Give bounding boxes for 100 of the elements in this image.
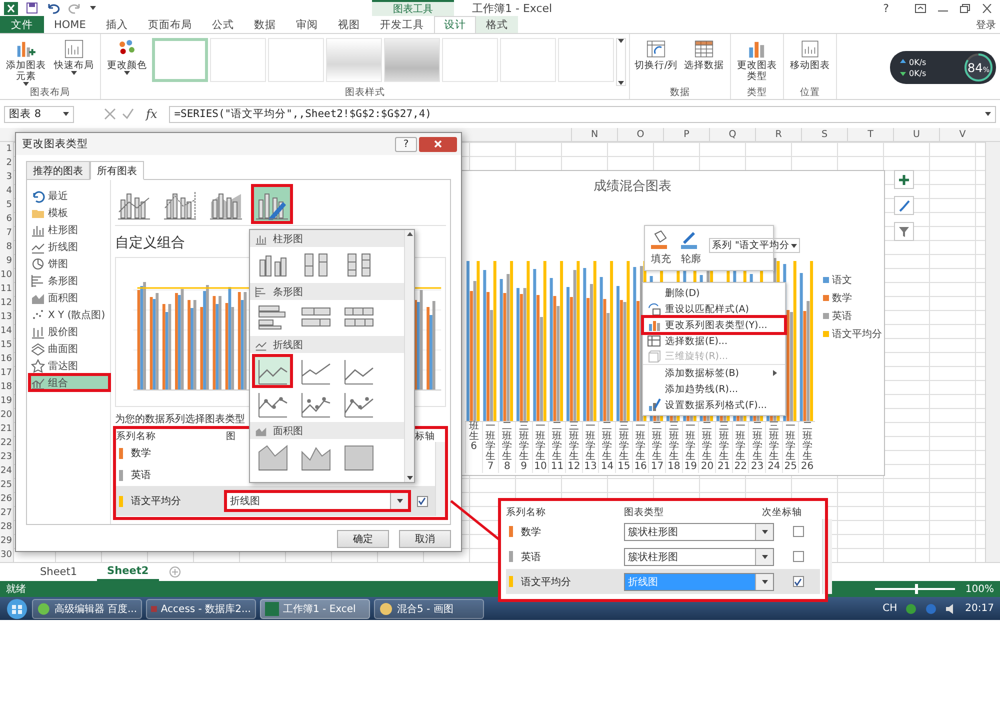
menu-item[interactable]: 选择数据(E)... — [643, 333, 785, 349]
chart-category-item[interactable]: 模板 — [30, 205, 109, 220]
row-number[interactable]: 3 — [0, 170, 13, 184]
column-header[interactable]: S — [801, 128, 847, 141]
ribbon-tab[interactable]: 开发工具 — [370, 16, 434, 33]
row-number[interactable]: 9 — [0, 254, 13, 268]
row-number[interactable]: 17 — [0, 366, 13, 380]
sign-in-link[interactable]: 登录 — [976, 18, 1000, 32]
row-number[interactable]: 15 — [0, 338, 13, 352]
series-select[interactable]: 系列 "语文平均分 — [709, 238, 800, 253]
taskbar-item[interactable]: 高级编辑器 百度... — [32, 598, 142, 618]
ribbon-tab[interactable]: 数据 — [244, 16, 286, 33]
row-number[interactable]: 27 — [0, 506, 13, 520]
column-header[interactable]: T — [847, 128, 893, 141]
menu-item[interactable]: 添加数据标签(B) — [643, 365, 785, 381]
chart-type-dropdown[interactable]: 折线图 — [226, 492, 409, 510]
ribbon-tab[interactable]: 公式 — [202, 16, 244, 33]
taskbar-item[interactable]: 工作簿1 - Excel — [260, 598, 370, 618]
row-number[interactable]: 18 — [0, 380, 13, 394]
dialog-button[interactable]: 取消 — [399, 530, 451, 548]
menu-item[interactable]: 设置数据系列格式(F)... — [643, 397, 785, 413]
column-header[interactable]: U — [893, 128, 939, 141]
row-number[interactable]: 13 — [0, 310, 13, 324]
chart-category-item[interactable]: 柱形图 — [30, 222, 109, 237]
ribbon-button[interactable]: 切换行/列 — [633, 37, 679, 71]
row-number[interactable]: 24 — [0, 464, 13, 478]
chart-category-item[interactable]: 条形图 — [30, 273, 109, 288]
chart-category-item[interactable]: 面积图 — [30, 290, 109, 305]
row-number[interactable]: 19 — [0, 394, 13, 408]
dialog-tab[interactable]: 推荐的图表 — [26, 161, 90, 180]
ribbon-button[interactable]: 移动图表 — [787, 37, 833, 71]
column-header[interactable]: N — [571, 128, 617, 141]
toolbar-button[interactable]: 填充 — [649, 230, 673, 266]
dialog-button[interactable]: 确定 — [337, 530, 389, 548]
chart-category-item[interactable]: 最近 — [30, 188, 109, 203]
row-number[interactable]: 30 — [0, 548, 13, 562]
series-row[interactable]: 语文平均分 折线图 — [116, 486, 445, 516]
column-header[interactable]: O — [617, 128, 663, 141]
chart-type-dropdown[interactable]: 簇状柱形图 — [624, 548, 774, 566]
chart-category-item[interactable]: 曲面图 — [30, 341, 109, 356]
taskbar-item[interactable]: 混合5 - 画图 — [374, 598, 484, 618]
chart-category-item[interactable]: 组合 — [30, 375, 109, 390]
row-number[interactable]: 25 — [0, 478, 13, 492]
menu-item[interactable]: 添加趋势线(R)... — [643, 381, 785, 397]
toolbar-button[interactable]: 轮廓 — [679, 230, 703, 266]
sheet-tab[interactable]: Sheet2 — [97, 563, 159, 581]
column-header[interactable]: R — [755, 128, 801, 141]
ribbon-button[interactable]: 选择数据 — [681, 37, 727, 71]
row-number[interactable]: 20 — [0, 408, 13, 422]
series-row[interactable]: 数学 簇状柱形图 — [506, 519, 820, 544]
ribbon-tab[interactable]: 文件 — [0, 16, 44, 33]
column-header[interactable]: V — [939, 128, 985, 141]
menu-item[interactable]: 重设以匹配样式(A) — [643, 301, 785, 317]
row-number[interactable]: 8 — [0, 240, 13, 254]
menu-item[interactable]: 删除(D) — [643, 285, 785, 301]
chart-category-item[interactable]: 折线图 — [30, 239, 109, 254]
row-number[interactable]: 7 — [0, 226, 13, 240]
ribbon-button[interactable]: 添加图表元素 — [3, 37, 49, 86]
row-number[interactable]: 11 — [0, 282, 13, 296]
row-number[interactable]: 6 — [0, 212, 13, 226]
series-row[interactable]: 英语 — [116, 464, 445, 486]
row-number[interactable]: 4 — [0, 184, 13, 198]
ribbon-tab[interactable]: HOME — [44, 16, 96, 33]
ribbon-tab[interactable]: 审阅 — [286, 16, 328, 33]
row-number[interactable]: 28 — [0, 520, 13, 534]
row-number[interactable]: 14 — [0, 324, 13, 338]
row-number[interactable]: 23 — [0, 450, 13, 464]
series-row[interactable]: 英语 簇状柱形图 — [506, 544, 820, 570]
ribbon-tab[interactable]: 页面布局 — [138, 16, 202, 33]
ribbon-tab[interactable]: 设计 — [434, 16, 476, 33]
row-number[interactable]: 1 — [0, 142, 13, 156]
dialog-tab[interactable]: 所有图表 — [90, 161, 144, 180]
taskbar-item[interactable]: Access - 数据库2... — [146, 598, 256, 618]
help-button[interactable]: ? — [395, 136, 417, 152]
chart-category-item[interactable]: X Y (散点图) — [30, 307, 109, 322]
help-button[interactable]: ? — [883, 2, 889, 14]
ribbon-tab[interactable]: 插入 — [96, 16, 138, 33]
name-box[interactable]: 图表 8 — [4, 106, 74, 122]
ribbon-button[interactable]: 更改颜色 — [104, 37, 150, 75]
series-row[interactable]: 数学 — [116, 442, 445, 464]
row-number[interactable]: 26 — [0, 492, 13, 506]
insert-function-button[interactable]: fx — [146, 107, 158, 121]
chart-type-dropdown[interactable]: 簇状柱形图 — [624, 522, 774, 541]
menu-item[interactable]: 更改系列图表类型(Y)... — [643, 317, 785, 333]
row-number[interactable]: 16 — [0, 352, 13, 366]
row-number[interactable]: 5 — [0, 198, 13, 212]
column-header[interactable]: P — [663, 128, 709, 141]
chart-category-item[interactable]: 股价图 — [30, 324, 109, 339]
row-number[interactable]: 12 — [0, 296, 13, 310]
column-header[interactable]: Q — [709, 128, 755, 141]
ribbon-tab[interactable]: 视图 — [328, 16, 370, 33]
chart-category-item[interactable]: 雷达图 — [30, 358, 109, 373]
row-number[interactable]: 21 — [0, 422, 13, 436]
ribbon-button[interactable]: 更改图表类型 — [734, 37, 780, 82]
row-number[interactable]: 29 — [0, 534, 13, 548]
row-number[interactable]: 10 — [0, 268, 13, 282]
row-number[interactable]: 22 — [0, 436, 13, 450]
chart-category-item[interactable]: 饼图 — [30, 256, 109, 271]
formula-field[interactable]: =SERIES("语文平均分",,Sheet2!$G$2:$G$27,4) — [169, 106, 996, 122]
ribbon-button[interactable]: 快速布局 — [51, 37, 97, 75]
